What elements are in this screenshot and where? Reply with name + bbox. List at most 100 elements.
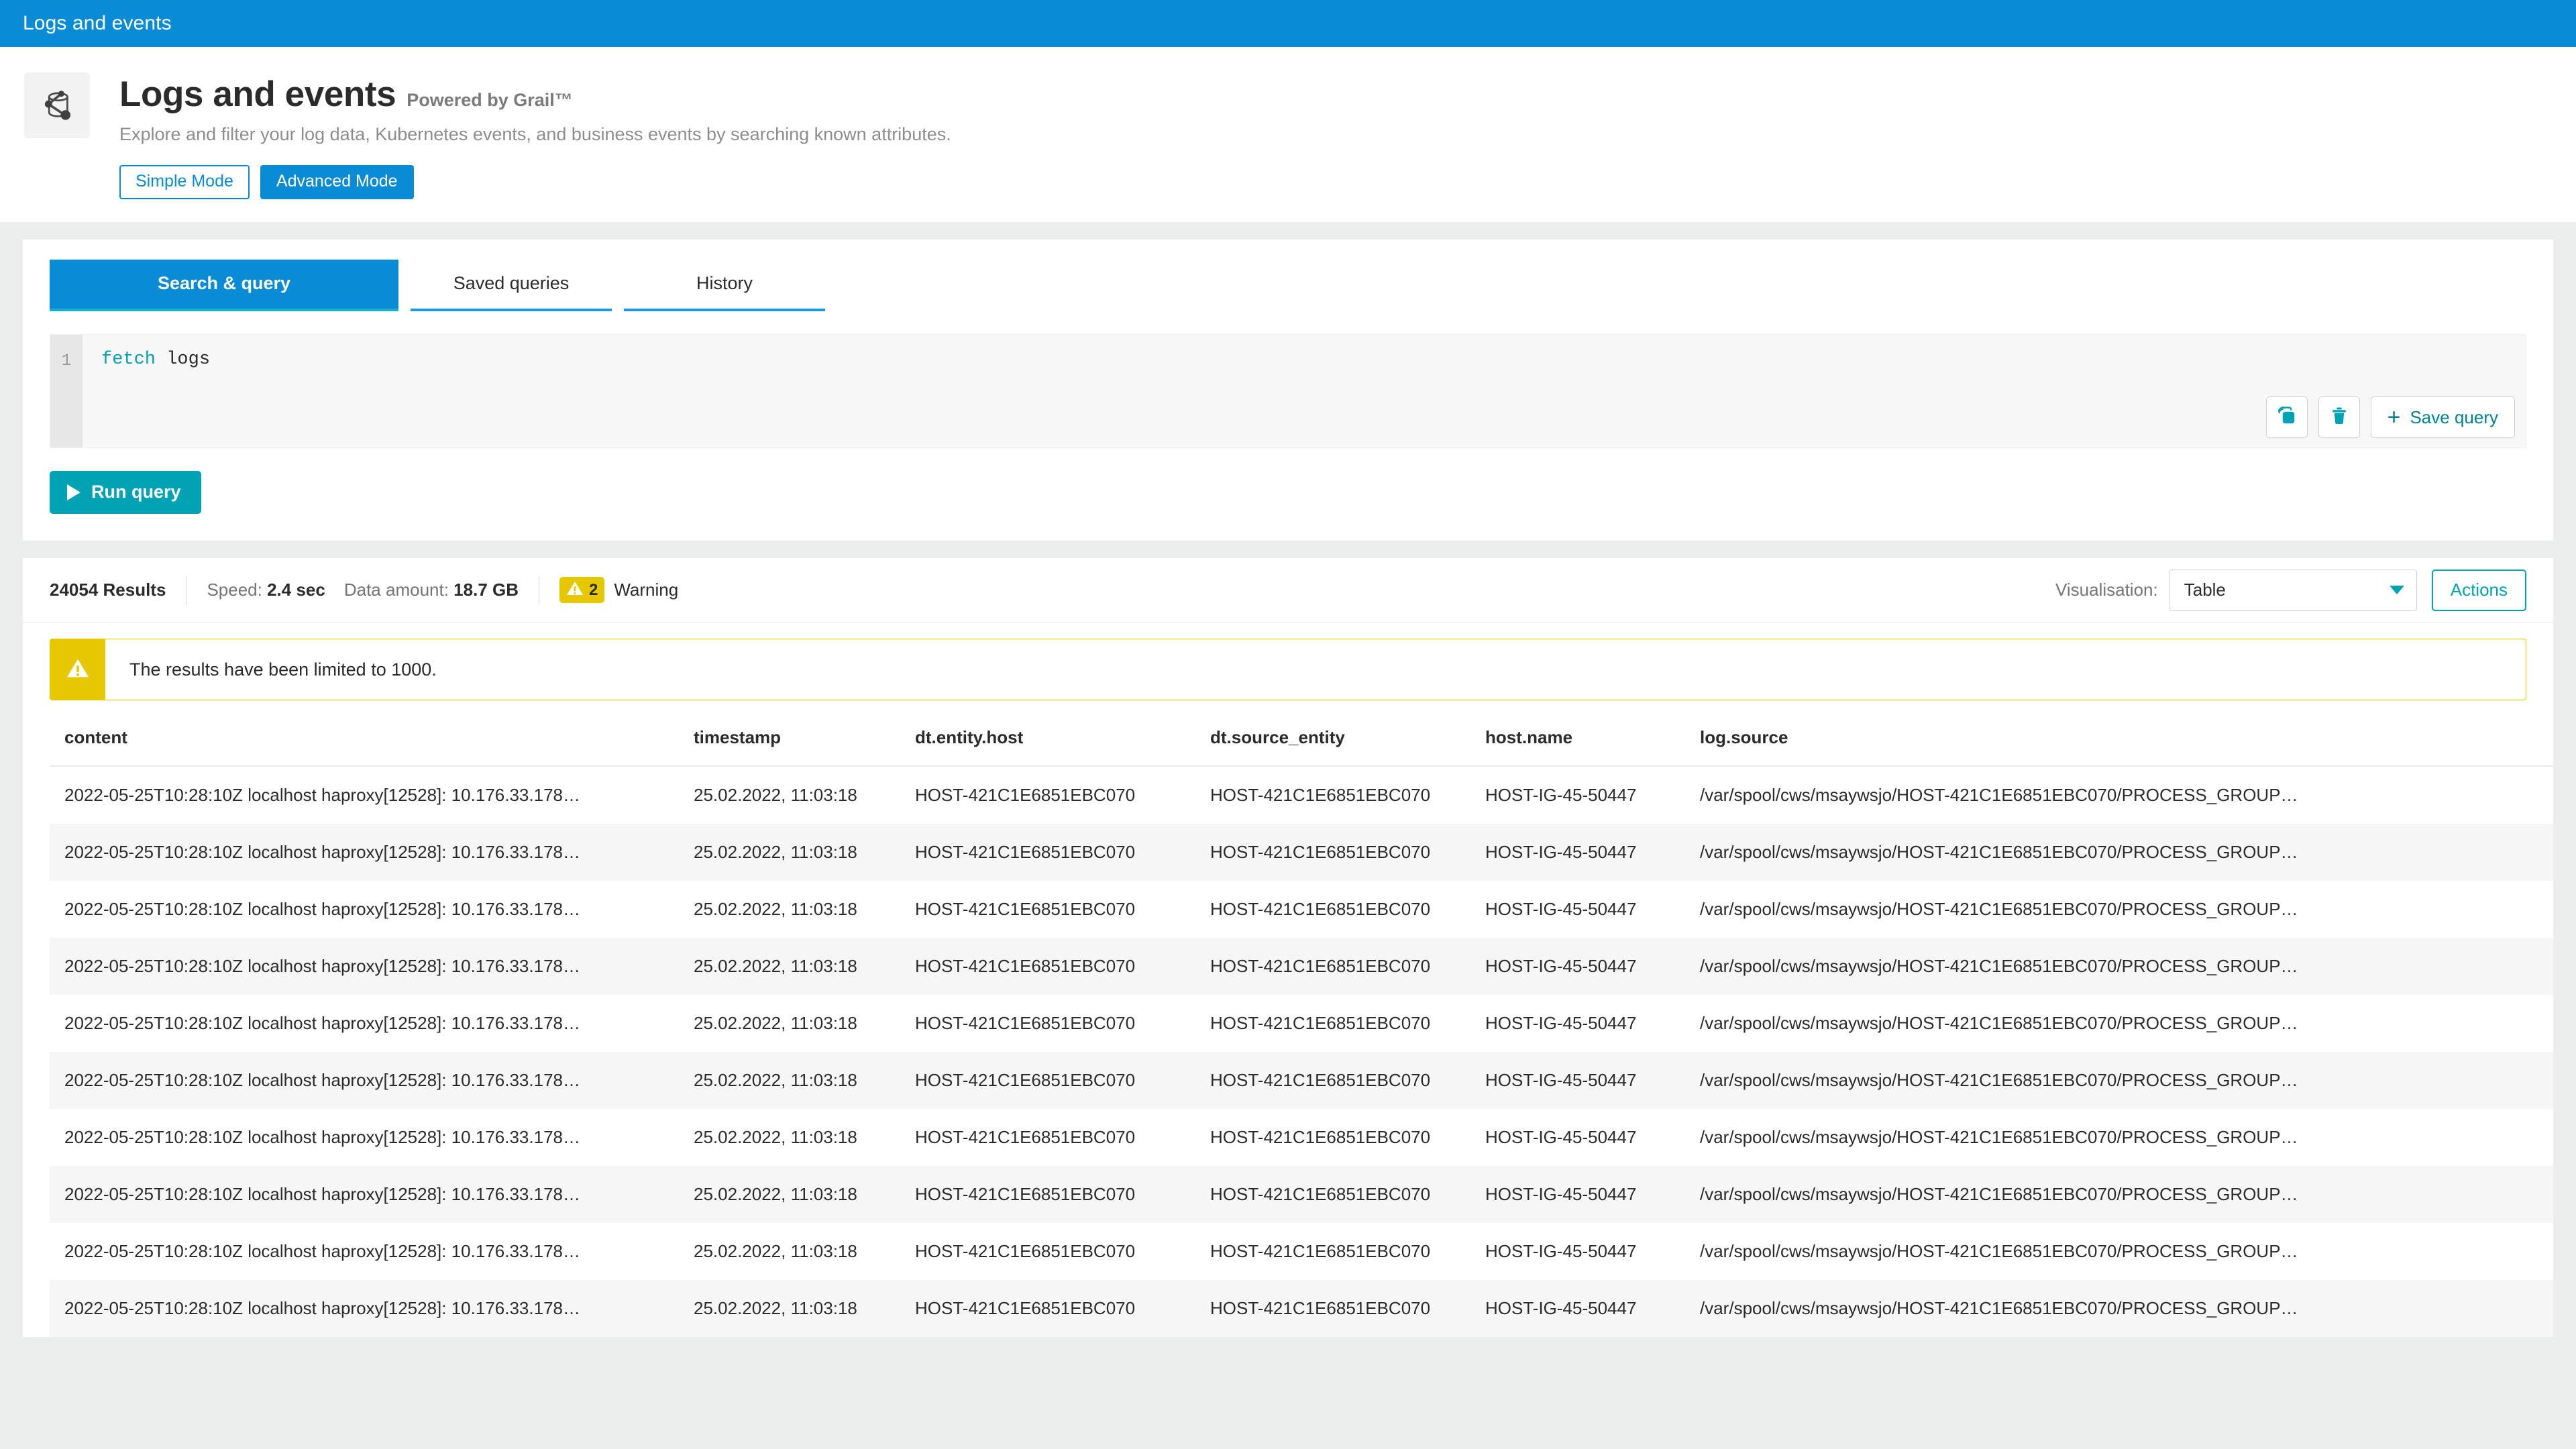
cell-timestamp: 25.02.2022, 11:03:18 <box>694 785 857 805</box>
query-keyword: fetch <box>101 350 156 370</box>
query-argument: logs <box>166 350 211 370</box>
table-row[interactable]: 2022-05-25T10:28:10Z localhost haproxy[1… <box>50 1166 2553 1223</box>
table-header-row: content timestamp dt.entity.host dt.sour… <box>50 700 2553 767</box>
column-header-timestamp[interactable]: timestamp <box>694 700 915 767</box>
simple-mode-button[interactable]: Simple Mode <box>119 165 250 199</box>
cell-dt-entity-host[interactable]: HOST-421C1E6851EBC070 <box>915 1223 1210 1280</box>
editor-line-1: fetch logs <box>83 335 2526 370</box>
editor-toolbar: + Save query <box>2265 396 2515 438</box>
cell-dt-source-entity: HOST-421C1E6851EBC070 <box>1210 1241 1431 1261</box>
query-editor[interactable]: 1 fetch logs + Save query <box>50 334 2526 448</box>
cell-content: 2022-05-25T10:28:10Z localhost haproxy[1… <box>64 1298 580 1318</box>
column-header-dt-source-entity[interactable]: dt.source_entity <box>1210 700 1485 767</box>
cell-dt-entity-host[interactable]: HOST-421C1E6851EBC070 <box>915 1052 1210 1109</box>
cell-dt-entity-host[interactable]: HOST-421C1E6851EBC070 <box>915 938 1210 995</box>
table-row[interactable]: 2022-05-25T10:28:10Z localhost haproxy[1… <box>50 995 2553 1052</box>
table-row[interactable]: 2022-05-25T10:28:10Z localhost haproxy[1… <box>50 1280 2553 1337</box>
section-gap-top <box>0 222 2576 239</box>
cell-host-name: HOST-IG-45-50447 <box>1485 956 1637 976</box>
results-table-wrap[interactable]: content timestamp dt.entity.host dt.sour… <box>23 700 2553 1337</box>
warning-triangle-icon <box>566 580 584 600</box>
visualisation-select[interactable]: Table <box>2168 569 2417 611</box>
cell-host-name: HOST-IG-45-50447 <box>1485 842 1637 862</box>
page-subtitle: Explore and filter your log data, Kubern… <box>119 124 951 144</box>
run-query-button[interactable]: Run query <box>50 471 201 514</box>
results-stats: 24054 Results Speed: 2.4 sec Data amount… <box>50 576 678 604</box>
cell-content: 2022-05-25T10:28:10Z localhost haproxy[1… <box>64 1070 580 1090</box>
title-row: Logs and events Powered by Grail™ <box>119 74 951 115</box>
delete-query-button[interactable] <box>2318 396 2360 438</box>
tab-history[interactable]: History <box>624 260 825 311</box>
cell-dt-entity-host[interactable]: HOST-421C1E6851EBC070 <box>915 1280 1210 1337</box>
cell-dt-entity-host[interactable]: HOST-421C1E6851EBC070 <box>915 766 1210 824</box>
cell-timestamp: 25.02.2022, 11:03:18 <box>694 842 857 862</box>
column-header-dt-entity-host[interactable]: dt.entity.host <box>915 700 1210 767</box>
results-panel: 24054 Results Speed: 2.4 sec Data amount… <box>23 558 2553 1337</box>
cell-log-source: /var/spool/cws/msaywsjo/HOST-421C1E6851E… <box>1700 842 2298 862</box>
cell-dt-source-entity: HOST-421C1E6851EBC070 <box>1210 1070 1431 1090</box>
editor-line-number: 1 <box>50 335 83 447</box>
plus-icon: + <box>2387 405 2401 430</box>
actions-button[interactable]: Actions <box>2431 569 2526 611</box>
cell-dt-entity-host[interactable]: HOST-421C1E6851EBC070 <box>915 1166 1210 1223</box>
tab-saved-queries[interactable]: Saved queries <box>411 260 612 311</box>
cell-timestamp: 25.02.2022, 11:03:18 <box>694 1070 857 1090</box>
column-header-content[interactable]: content <box>50 700 694 767</box>
cell-dt-source-entity: HOST-421C1E6851EBC070 <box>1210 899 1431 919</box>
cell-host-name: HOST-IG-45-50447 <box>1485 1127 1637 1147</box>
cell-timestamp: 25.02.2022, 11:03:18 <box>694 1184 857 1204</box>
cell-timestamp: 25.02.2022, 11:03:18 <box>694 1298 857 1318</box>
table-row[interactable]: 2022-05-25T10:28:10Z localhost haproxy[1… <box>50 1109 2553 1166</box>
cell-content: 2022-05-25T10:28:10Z localhost haproxy[1… <box>64 956 580 976</box>
cell-log-source: /var/spool/cws/msaywsjo/HOST-421C1E6851E… <box>1700 1127 2298 1147</box>
cell-host-name: HOST-IG-45-50447 <box>1485 899 1637 919</box>
cell-content: 2022-05-25T10:28:10Z localhost haproxy[1… <box>64 1241 580 1261</box>
tab-search-query[interactable]: Search & query <box>50 260 398 311</box>
cell-host-name: HOST-IG-45-50447 <box>1485 1184 1637 1204</box>
run-query-label: Run query <box>91 482 181 502</box>
cell-dt-entity-host[interactable]: HOST-421C1E6851EBC070 <box>915 995 1210 1052</box>
results-summary-bar: 24054 Results Speed: 2.4 sec Data amount… <box>23 558 2553 623</box>
cell-dt-entity-host[interactable]: HOST-421C1E6851EBC070 <box>915 881 1210 938</box>
query-speed-value: 2.4 sec <box>267 580 325 600</box>
table-row[interactable]: 2022-05-25T10:28:10Z localhost haproxy[1… <box>50 881 2553 938</box>
cell-content: 2022-05-25T10:28:10Z localhost haproxy[1… <box>64 842 580 862</box>
grail-database-icon <box>24 72 90 138</box>
cell-log-source: /var/spool/cws/msaywsjo/HOST-421C1E6851E… <box>1700 956 2298 976</box>
save-query-button[interactable]: + Save query <box>2370 396 2515 438</box>
query-tabs: Search & query Saved queries History <box>50 260 2526 311</box>
column-header-log-source[interactable]: log.source <box>1700 700 2553 767</box>
results-limited-banner: The results have been limited to 1000. <box>50 639 2526 700</box>
cell-content: 2022-05-25T10:28:10Z localhost haproxy[1… <box>64 1013 580 1033</box>
warning-count: 2 <box>589 580 598 599</box>
page-title: Logs and events <box>119 74 396 114</box>
cell-host-name: HOST-IG-45-50447 <box>1485 1241 1637 1261</box>
table-row[interactable]: 2022-05-25T10:28:10Z localhost haproxy[1… <box>50 1052 2553 1109</box>
cell-dt-entity-host[interactable]: HOST-421C1E6851EBC070 <box>915 824 1210 881</box>
cell-dt-entity-host[interactable]: HOST-421C1E6851EBC070 <box>915 1109 1210 1166</box>
column-header-host-name[interactable]: host.name <box>1485 700 1700 767</box>
cell-log-source: /var/spool/cws/msaywsjo/HOST-421C1E6851E… <box>1700 1298 2298 1318</box>
cell-timestamp: 25.02.2022, 11:03:18 <box>694 1241 857 1261</box>
query-panel: Search & query Saved queries History 1 f… <box>23 239 2553 541</box>
cell-content: 2022-05-25T10:28:10Z localhost haproxy[1… <box>64 1127 580 1147</box>
table-row[interactable]: 2022-05-25T10:28:10Z localhost haproxy[1… <box>50 1223 2553 1280</box>
copy-query-button[interactable] <box>2265 396 2308 438</box>
warning-banner-wrap: The results have been limited to 1000. <box>23 623 2553 700</box>
mode-switcher: Simple Mode Advanced Mode <box>119 165 951 199</box>
table-row[interactable]: 2022-05-25T10:28:10Z localhost haproxy[1… <box>50 938 2553 995</box>
warning-count-chip[interactable]: 2 <box>559 577 605 603</box>
editor-text-area[interactable]: fetch logs + Save query <box>83 335 2526 447</box>
data-amount-value: 18.7 GB <box>453 580 519 600</box>
cell-log-source: /var/spool/cws/msaywsjo/HOST-421C1E6851E… <box>1700 785 2298 805</box>
visualisation-label: Visualisation: <box>2055 580 2158 600</box>
results-table-body: 2022-05-25T10:28:10Z localhost haproxy[1… <box>50 766 2553 1337</box>
app-title: Logs and events <box>23 12 172 34</box>
advanced-mode-button[interactable]: Advanced Mode <box>260 165 414 199</box>
cell-timestamp: 25.02.2022, 11:03:18 <box>694 899 857 919</box>
cell-timestamp: 25.02.2022, 11:03:18 <box>694 1127 857 1147</box>
table-row[interactable]: 2022-05-25T10:28:10Z localhost haproxy[1… <box>50 824 2553 881</box>
save-query-label: Save query <box>2410 407 2498 427</box>
table-row[interactable]: 2022-05-25T10:28:10Z localhost haproxy[1… <box>50 766 2553 824</box>
data-amount-label: Data amount: <box>343 580 449 600</box>
